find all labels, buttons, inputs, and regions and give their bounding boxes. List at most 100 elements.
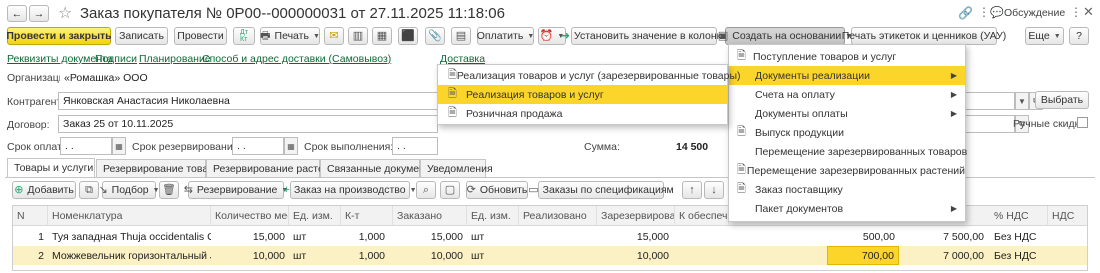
forward-button[interactable]: → xyxy=(29,5,49,22)
exec-field[interactable]: . . xyxy=(392,137,438,155)
menu-item-move-goods[interactable]: Перемещение зарезервированных товаров xyxy=(729,142,967,161)
right-field-2[interactable] xyxy=(965,115,1015,133)
binoculars-button[interactable]: ⌕ xyxy=(416,181,436,199)
table-row-2-price[interactable]: 700,00 xyxy=(827,246,899,265)
discussion-icon[interactable]: 💬 xyxy=(990,6,1004,19)
col-k[interactable]: К-т xyxy=(341,206,393,226)
table-row-2-unit[interactable]: шт xyxy=(289,246,341,265)
table-row-1-name[interactable]: Туя западная Thuja occidentalis Gold... xyxy=(48,227,211,246)
tab-reserve-plants[interactable]: Резервирование растений xyxy=(206,159,341,177)
col-reserved[interactable]: Зарезервировано xyxy=(597,206,675,226)
post-close-button[interactable]: Провести и закрыть xyxy=(6,27,112,45)
calendar-button-2[interactable]: ▦ xyxy=(284,137,298,155)
package-button[interactable]: ⬛ xyxy=(398,27,418,45)
copy-button[interactable]: ⧉ xyxy=(79,181,99,199)
table-row-2-unit2[interactable]: шт xyxy=(467,246,519,265)
col-unit[interactable]: Ед. изм. xyxy=(289,206,341,226)
table-row-2-places[interactable]: 10,000 xyxy=(211,246,289,265)
table-row-1-unit2[interactable]: шт xyxy=(467,227,519,246)
print-button[interactable]: 🖶 Печать ▼ xyxy=(260,27,320,45)
col-ordered[interactable]: Заказано xyxy=(393,206,467,226)
table-row-1-k[interactable]: 1,000 xyxy=(341,227,389,246)
manual-discounts-checkbox[interactable] xyxy=(1077,117,1088,128)
col-vat-pct[interactable]: % НДС xyxy=(990,206,1048,226)
calendar-button[interactable]: ▦ xyxy=(112,137,126,155)
dt-kt-button[interactable]: Дт Кт xyxy=(233,27,255,45)
table-row-2-name[interactable]: Можжевельник горизонтальный Junip... xyxy=(48,246,211,265)
table-row-2-k[interactable]: 1,000 xyxy=(341,246,389,265)
menu-item-doc-package[interactable]: Пакет документов ▶ xyxy=(729,199,965,218)
help-button[interactable]: ? xyxy=(1069,27,1089,45)
select-button[interactable]: Выбрать xyxy=(1035,91,1089,109)
table-row-1-vat-pct[interactable]: Без НДС xyxy=(990,227,1048,246)
table-row-2-sum[interactable]: 7 000,00 xyxy=(910,246,988,265)
move-up-button[interactable]: ↑ xyxy=(682,181,702,199)
dropdown-button[interactable]: ▼ xyxy=(1015,92,1029,110)
table-row-1-ordered[interactable]: 15,000 xyxy=(393,227,467,246)
tab-reserve-goods[interactable]: Резервирование товаров xyxy=(96,159,225,177)
submenu-item-retail[interactable]: 🗎 Розничная продажа xyxy=(438,104,727,123)
pay-button[interactable]: Оплатить ▼ xyxy=(477,27,534,45)
table-row-1-sum[interactable]: 7 500,00 xyxy=(910,227,988,246)
kebab-menu-icon[interactable]: ⋮ xyxy=(978,5,990,19)
more-button[interactable]: Еще ▼ xyxy=(1025,27,1064,45)
right-field[interactable] xyxy=(965,92,1015,110)
delivery-link[interactable]: Способ и адрес доставки (Самовывоз) xyxy=(202,53,391,65)
more-options-icon[interactable]: ⋮ xyxy=(1070,5,1082,19)
table-row-1-places[interactable]: 15,000 xyxy=(211,227,289,246)
order-prod-button[interactable]: + Заказ на производство ▼ xyxy=(284,181,417,199)
tab-related-docs[interactable]: Связанные документы xyxy=(320,159,437,177)
table-row-1-unit[interactable]: шт xyxy=(289,227,341,246)
menu-item-supplier-order[interactable]: 🗎 Заказ поставщику xyxy=(729,180,965,199)
move-down-button[interactable]: ↓ xyxy=(704,181,724,199)
table-row-2-vat-pct[interactable]: Без НДС xyxy=(990,246,1048,265)
email-button[interactable]: ✉ xyxy=(324,27,344,45)
tab-goods[interactable]: Товары и услуги (2) xyxy=(7,158,109,177)
print-labels-button[interactable]: Печать этикеток и ценников (УАУ) xyxy=(842,27,1006,45)
menu-item-move-plants[interactable]: 🗎 Перемещение зарезервированных растений xyxy=(729,161,965,180)
attach-button[interactable]: 📎 xyxy=(425,27,445,45)
save-button[interactable]: Записать xyxy=(115,27,168,45)
planning-link[interactable]: Планирование xyxy=(139,53,211,65)
post-button[interactable]: Провести xyxy=(174,27,227,45)
col-unit2[interactable]: Ед. изм. xyxy=(467,206,519,226)
menu-item-receipt[interactable]: 🗎 Поступление товаров и услуг xyxy=(729,47,965,66)
menu-item-production[interactable]: 🗎 Выпуск продукции xyxy=(729,123,965,142)
table-row-1-reserved[interactable]: 15,000 xyxy=(597,227,673,246)
barcode-button[interactable]: ▥ xyxy=(348,27,368,45)
menu-item-sales-docs[interactable]: Документы реализации ▶ xyxy=(729,66,965,85)
discussion-link[interactable]: Обсуждение xyxy=(1004,7,1065,19)
tab-notifications[interactable]: Уведомления xyxy=(420,159,493,177)
col-places[interactable]: Количество мест xyxy=(211,206,289,226)
table-row-2-ordered[interactable]: 10,000 xyxy=(393,246,467,265)
refresh-button[interactable]: ⟳ Обновить xyxy=(466,181,528,199)
create-based-button[interactable]: ▣ Создать на основании ▼ xyxy=(718,27,852,45)
reserve-button[interactable]: ⇆ Резервирование ▼ xyxy=(184,181,288,199)
favorite-star-icon[interactable]: ☆ xyxy=(58,3,72,23)
table-row-1-price[interactable]: 500,00 xyxy=(827,227,899,246)
frame-button[interactable]: ▢ xyxy=(440,181,460,199)
menu-item-invoices[interactable]: Счета на оплату ▶ xyxy=(729,85,965,104)
pick-button[interactable]: ↘ Подбор ▼ xyxy=(98,181,160,199)
contractor-field[interactable]: Янковская Анастасия Николаевна xyxy=(58,92,438,110)
set-value-button[interactable]: ➜ Установить значение в колонке xyxy=(561,27,727,45)
col-name[interactable]: Номенклатура xyxy=(48,206,211,226)
submenu-item-sales-reserved[interactable]: 🗎 Реализация товаров и услуг (зарезервиро… xyxy=(438,66,741,85)
signatures-link[interactable]: Подписи xyxy=(95,53,137,65)
col-sold[interactable]: Реализовано xyxy=(519,206,597,226)
col-provide[interactable]: К обеспечен xyxy=(675,206,729,226)
reserve-field[interactable]: . . xyxy=(232,137,284,155)
col-n[interactable]: N xyxy=(13,206,48,226)
table-row-2-reserved[interactable]: 10,000 xyxy=(597,246,673,265)
add-button[interactable]: ⊕ Добавить xyxy=(12,181,76,199)
card-button[interactable]: ▤ xyxy=(451,27,471,45)
org-field[interactable]: «Ромашка» ООО xyxy=(60,69,432,87)
back-button[interactable]: ← xyxy=(7,5,27,22)
col-vat[interactable]: НДС xyxy=(1048,206,1086,226)
contract-field[interactable]: Заказ 25 от 10.11.2025 xyxy=(58,115,438,133)
delete-button[interactable]: 🗑 xyxy=(159,181,179,199)
menu-item-payment-docs[interactable]: Документы оплаты ▶ xyxy=(729,104,965,123)
close-icon[interactable]: ✕ xyxy=(1083,4,1094,20)
orders-spec-button[interactable]: ▭ Заказы по спецификациям xyxy=(528,181,674,199)
link-icon[interactable]: 🔗 xyxy=(958,6,973,20)
